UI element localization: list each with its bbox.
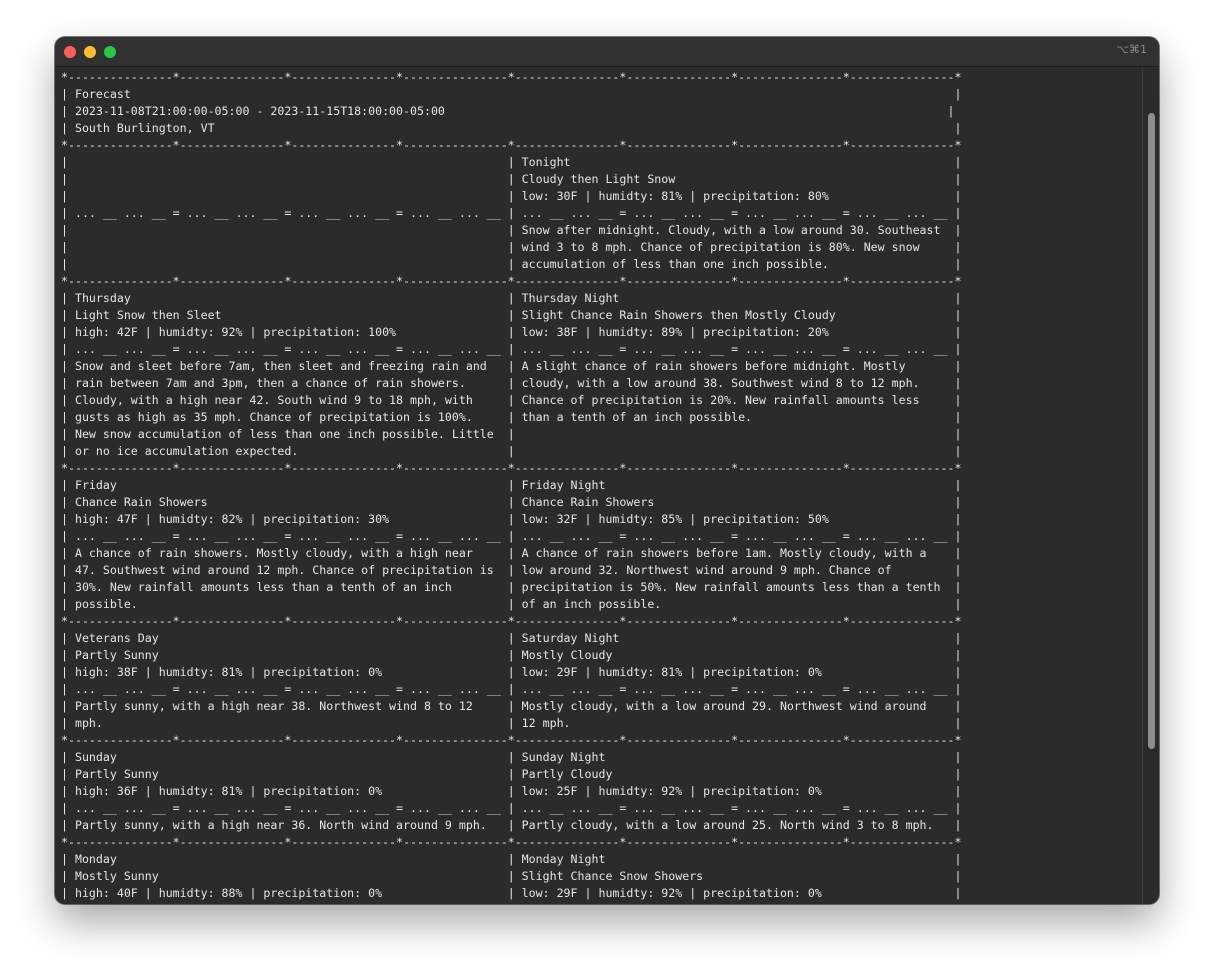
terminal-line: | | Snow after midnight. Cloudy, with a … xyxy=(61,223,962,237)
terminal-line: | possible. | of an inch possible. | xyxy=(61,597,962,611)
title-bar[interactable]: ⌥⌘1 xyxy=(55,37,1159,67)
terminal-line: | 47. Southwest wind around 12 mph. Chan… xyxy=(61,563,962,577)
terminal-line: | ... __ ... __ = ... __ ... __ = ... __… xyxy=(61,342,962,356)
terminal-line: | Mostly Sunny | Slight Chance Snow Show… xyxy=(61,869,962,883)
terminal-line: | | Cloudy then Light Snow | xyxy=(61,172,962,186)
window-shortcut-label: ⌥⌘1 xyxy=(1116,43,1147,56)
terminal-line: | Forecast | xyxy=(61,87,962,101)
terminal-line: | | wind 3 to 8 mph. Chance of precipita… xyxy=(61,240,962,254)
terminal-line: | Partly Sunny | Mostly Cloudy | xyxy=(61,648,962,662)
terminal-line: | high: 47F | humidty: 82% | precipitati… xyxy=(61,512,962,526)
terminal-window: ⌥⌘1 *---------------*---------------*---… xyxy=(55,37,1159,904)
terminal-line: | South Burlington, VT | xyxy=(61,121,962,135)
terminal-line: | high: 40F | humidty: 88% | precipitati… xyxy=(61,886,962,900)
terminal-line: | ... __ ... __ = ... __ ... __ = ... __… xyxy=(61,529,962,543)
terminal-line: *---------------*---------------*-------… xyxy=(61,733,962,747)
terminal-line: | Thursday | Thursday Night | xyxy=(61,291,962,305)
terminal-line: | Snow and sleet before 7am, then sleet … xyxy=(61,359,962,373)
terminal-line: | Cloudy, with a high near 42. South win… xyxy=(61,393,962,407)
scrollbar-thumb[interactable] xyxy=(1148,113,1155,749)
terminal-line: *---------------*---------------*-------… xyxy=(61,614,962,628)
terminal-line: | 2023-11-08T21:00:00-05:00 - 2023-11-15… xyxy=(61,104,955,118)
terminal-line: | high: 42F | humidty: 92% | precipitati… xyxy=(61,325,962,339)
scrollbar-track[interactable] xyxy=(1142,67,1159,904)
terminal-line: | high: 36F | humidty: 81% | precipitati… xyxy=(61,784,962,798)
terminal-output[interactable]: *---------------*---------------*-------… xyxy=(61,69,1139,904)
terminal-line: *---------------*---------------*-------… xyxy=(61,835,962,849)
terminal-line: | ... __ ... __ = ... __ ... __ = ... __… xyxy=(61,682,962,696)
minimize-window-button[interactable] xyxy=(84,46,96,58)
terminal-line: | mph. | 12 mph. | xyxy=(61,716,962,730)
terminal-line: | 30%. New rainfall amounts less than a … xyxy=(61,580,962,594)
terminal-line: | Sunday | Sunday Night | xyxy=(61,750,962,764)
terminal-line: | ... __ ... __ = ... __ ... __ = ... __… xyxy=(61,206,962,220)
terminal-line: *---------------*---------------*-------… xyxy=(61,461,962,475)
terminal-line: *---------------*---------------*-------… xyxy=(61,274,962,288)
terminal-line: | ... __ ... __ = ... __ ... __ = ... __… xyxy=(61,801,962,815)
terminal-line: | | accumulation of less than one inch p… xyxy=(61,257,962,271)
terminal-line: | high: 38F | humidty: 81% | precipitati… xyxy=(61,665,962,679)
terminal-line: | | low: 30F | humidty: 81% | precipitat… xyxy=(61,189,962,203)
terminal-line: *---------------*---------------*-------… xyxy=(61,138,962,152)
terminal-line: | gusts as high as 35 mph. Chance of pre… xyxy=(61,410,962,424)
terminal-line: | A chance of rain showers. Mostly cloud… xyxy=(61,546,962,560)
terminal-line: | New snow accumulation of less than one… xyxy=(61,427,962,441)
terminal-line: | Partly Sunny | Partly Cloudy | xyxy=(61,767,962,781)
terminal-line: | Light Snow then Sleet | Slight Chance … xyxy=(61,308,962,322)
terminal-line: | Chance Rain Showers | Chance Rain Show… xyxy=(61,495,962,509)
terminal-line: | Veterans Day | Saturday Night | xyxy=(61,631,962,645)
terminal-line: | | Tonight | xyxy=(61,155,962,169)
terminal-line: | or no ice accumulation expected. | | xyxy=(61,444,962,458)
terminal-line: *---------------*---------------*-------… xyxy=(61,70,962,84)
terminal-line: | Monday | Monday Night | xyxy=(61,852,962,866)
terminal-line: | Partly sunny, with a high near 36. Nor… xyxy=(61,818,962,832)
close-window-button[interactable] xyxy=(64,46,76,58)
terminal-line: | Friday | Friday Night | xyxy=(61,478,962,492)
terminal-line: | rain between 7am and 3pm, then a chanc… xyxy=(61,376,962,390)
terminal-line: | Partly sunny, with a high near 38. Nor… xyxy=(61,699,962,713)
zoom-window-button[interactable] xyxy=(104,46,116,58)
